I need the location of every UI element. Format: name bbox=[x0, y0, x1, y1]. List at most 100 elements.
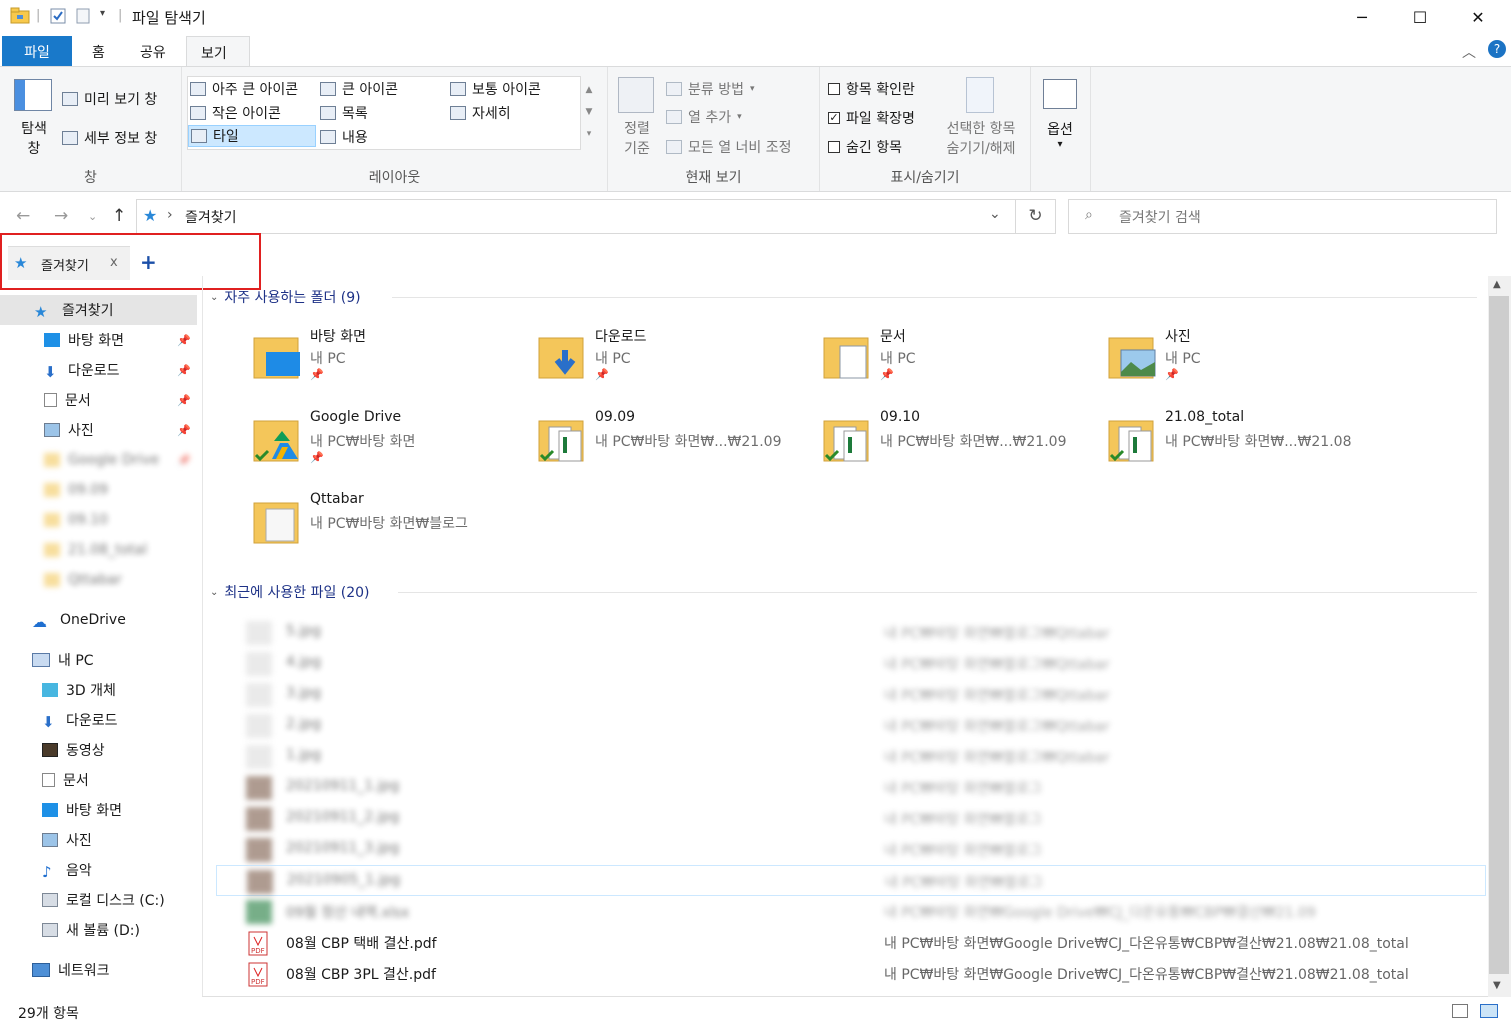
sort-by-button[interactable]: 정렬 기준 bbox=[612, 119, 662, 159]
pane-divider[interactable] bbox=[202, 276, 203, 997]
back-arrow-icon[interactable]: ← bbox=[16, 206, 30, 226]
list-item[interactable]: 20210911_3.jpg 내 PC₩바탕 화면₩블로그 bbox=[216, 834, 1486, 865]
list-item[interactable]: 09월 정산 내역.xlsx 내 PC₩바탕 화면₩Google Drive₩CJ… bbox=[216, 896, 1486, 927]
details-pane-button[interactable]: 세부 정보 창 bbox=[62, 128, 157, 148]
list-item[interactable]: PDF 08월 CBP 택배 결산.pdf 내 PC₩바탕 화면₩Google … bbox=[216, 927, 1486, 958]
search-box[interactable]: ⌕ 즐겨찾기 검색 bbox=[1068, 199, 1497, 234]
scroll-up-icon[interactable]: ▲ bbox=[1493, 279, 1501, 290]
close-button[interactable]: ✕ bbox=[1449, 0, 1507, 34]
nav-pane-icon[interactable] bbox=[14, 79, 52, 111]
nav-pc-drive-c[interactable]: 로컬 디스크 (C:) bbox=[0, 885, 197, 915]
search-input[interactable]: 즐겨찾기 검색 bbox=[1119, 207, 1201, 227]
pin-icon[interactable]: 📌 bbox=[177, 394, 191, 407]
list-item[interactable]: PDF 08월 CBP 3PL 결산.pdf 내 PC₩바탕 화면₩Google… bbox=[216, 958, 1486, 989]
list-item[interactable]: 2.jpg 내 PC₩바탕 화면₩블로그₩Qttabar bbox=[216, 710, 1486, 741]
address-bar[interactable]: ★ › 즐겨찾기 ⌄ bbox=[136, 199, 1016, 234]
large-icons-view-icon[interactable] bbox=[1480, 1004, 1498, 1018]
add-column-button[interactable]: 열 추가 ▾ bbox=[666, 107, 742, 127]
layout-details[interactable]: 자세히 bbox=[450, 103, 511, 123]
layout-extra-large-icons[interactable]: 아주 큰 아이콘 bbox=[190, 79, 298, 99]
checkbox-checked[interactable]: ✓ bbox=[828, 112, 840, 124]
file-extensions-toggle[interactable]: ✓ 파일 확장명 bbox=[828, 108, 915, 128]
nav-pc-drive-d[interactable]: 새 볼륨 (D:) bbox=[0, 915, 197, 945]
layout-small-icons[interactable]: 작은 아이콘 bbox=[190, 103, 281, 123]
nav-pc-3d-objects[interactable]: 3D 개체 bbox=[0, 675, 197, 705]
tab-view[interactable]: 보기 bbox=[186, 36, 250, 66]
tile-folder[interactable]: 바탕 화면 내 PC 📌 bbox=[252, 326, 522, 398]
checkbox-unchecked[interactable] bbox=[828, 83, 840, 95]
group-by-button[interactable]: 분류 방법 ▾ bbox=[666, 79, 755, 99]
tab-home[interactable]: 홈 bbox=[78, 36, 119, 66]
nav-pc-desktop[interactable]: 바탕 화면 bbox=[0, 795, 197, 825]
nav-onedrive[interactable]: ☁ OneDrive bbox=[0, 605, 197, 635]
layout-large-icons[interactable]: 큰 아이콘 bbox=[320, 79, 398, 99]
tile-folder[interactable]: 09.09 내 PC₩바탕 화면₩...₩21.09 bbox=[537, 409, 807, 481]
hidden-items-toggle[interactable]: 숨긴 항목 bbox=[828, 137, 902, 157]
customize-toolbar-icon[interactable]: ▾ bbox=[100, 8, 105, 19]
tile-folder[interactable]: 문서 내 PC 📌 bbox=[822, 326, 1092, 398]
forward-arrow-icon[interactable]: → bbox=[54, 206, 68, 226]
nav-blurred-item[interactable]: 09.10 bbox=[0, 505, 197, 535]
options-dropdown-icon[interactable]: ▾ bbox=[1031, 139, 1089, 150]
up-arrow-icon[interactable]: ↑ bbox=[112, 206, 126, 226]
list-item[interactable]: 20210905_1.jpg 내 PC₩바탕 화면₩블로그 bbox=[216, 865, 1486, 896]
nav-pinned-documents[interactable]: 문서 📌 bbox=[0, 385, 197, 415]
nav-quick-access[interactable]: ★ 즐겨찾기 bbox=[0, 295, 197, 325]
collapse-ribbon-icon[interactable]: ︿ bbox=[1462, 42, 1476, 62]
list-item[interactable]: 4.jpg 내 PC₩바탕 화면₩블로그₩Qttabar bbox=[216, 648, 1486, 679]
minimize-button[interactable]: ─ bbox=[1333, 0, 1391, 34]
nav-pc-videos[interactable]: 동영상 bbox=[0, 735, 197, 765]
nav-pc-documents[interactable]: 문서 bbox=[0, 765, 197, 795]
section-header-recent[interactable]: ⌄ 최근에 사용한 파일 (20) bbox=[210, 582, 370, 602]
list-item[interactable]: 20210911_2.jpg 내 PC₩바탕 화면₩블로그 bbox=[216, 803, 1486, 834]
fit-columns-button[interactable]: 모든 열 너비 조정 bbox=[666, 137, 792, 157]
checkbox-unchecked[interactable] bbox=[828, 141, 840, 153]
gallery-scroll-icon[interactable]: ▲ ▼ ▾ bbox=[582, 79, 596, 145]
properties-icon[interactable] bbox=[50, 8, 66, 28]
list-item[interactable]: 5.jpg 내 PC₩바탕 화면₩블로그₩Qttabar bbox=[216, 617, 1486, 648]
details-view-icon[interactable] bbox=[1452, 1004, 1468, 1018]
pin-icon[interactable]: 📌 bbox=[177, 334, 191, 347]
folder-icon[interactable] bbox=[10, 6, 30, 28]
tile-folder[interactable]: 21.08_total 내 PC₩바탕 화면₩...₩21.08 bbox=[1107, 409, 1377, 481]
address-dropdown-icon[interactable]: ⌄ bbox=[989, 206, 1001, 222]
tile-folder[interactable]: 사진 내 PC 📌 bbox=[1107, 326, 1377, 398]
scroll-down-icon[interactable]: ▼ bbox=[1493, 980, 1501, 991]
pin-icon[interactable]: 📌 bbox=[177, 454, 191, 467]
layout-tiles[interactable]: 타일 bbox=[188, 125, 316, 147]
nav-blurred-item[interactable]: 21.08_total bbox=[0, 535, 197, 565]
nav-pc-music[interactable]: ♪ 음악 bbox=[0, 855, 197, 885]
nav-network[interactable]: 네트워크 bbox=[0, 955, 197, 985]
layout-content[interactable]: 내용 bbox=[320, 127, 368, 147]
hide-selected-button[interactable]: 선택한 항목 숨기기/해제 bbox=[936, 119, 1026, 159]
recent-locations-icon[interactable]: ⌄ bbox=[88, 210, 97, 223]
nav-this-pc[interactable]: 내 PC bbox=[0, 645, 197, 675]
breadcrumb-chevron-icon[interactable]: › bbox=[167, 207, 173, 223]
layout-list[interactable]: 목록 bbox=[320, 103, 368, 123]
nav-pane-button[interactable]: 탐색 창 bbox=[14, 119, 54, 159]
tile-folder[interactable]: 09.10 내 PC₩바탕 화면₩...₩21.09 bbox=[822, 409, 1092, 481]
section-header-frequent[interactable]: ⌄ 자주 사용하는 폴더 (9) bbox=[210, 287, 361, 307]
help-icon[interactable]: ? bbox=[1488, 40, 1506, 58]
options-button[interactable]: 옵션 bbox=[1031, 119, 1089, 139]
nav-pinned-pictures[interactable]: 사진 📌 bbox=[0, 415, 197, 445]
list-item[interactable]: 3.jpg 내 PC₩바탕 화면₩블로그₩Qttabar bbox=[216, 679, 1486, 710]
refresh-button[interactable]: ↻ bbox=[1016, 199, 1056, 234]
breadcrumb[interactable]: 즐겨찾기 bbox=[185, 207, 237, 227]
nav-pc-downloads[interactable]: ⬇ 다운로드 bbox=[0, 705, 197, 735]
nav-pinned-desktop[interactable]: 바탕 화면 📌 bbox=[0, 325, 197, 355]
nav-blurred-item[interactable]: Google Drive 📌 bbox=[0, 445, 197, 475]
nav-pc-pictures[interactable]: 사진 bbox=[0, 825, 197, 855]
nav-pinned-downloads[interactable]: ⬇ 다운로드 📌 bbox=[0, 355, 197, 385]
preview-pane-button[interactable]: 미리 보기 창 bbox=[62, 89, 157, 109]
new-folder-icon[interactable] bbox=[76, 8, 90, 28]
tile-folder[interactable]: Google Drive 내 PC₩바탕 화면 📌 bbox=[252, 409, 522, 481]
nav-blurred-item[interactable]: Qttabar bbox=[0, 565, 197, 595]
tab-share[interactable]: 공유 bbox=[126, 36, 180, 66]
list-item[interactable]: 20210911_1.jpg 내 PC₩바탕 화면₩블로그 bbox=[216, 772, 1486, 803]
nav-blurred-item[interactable]: 09.09 bbox=[0, 475, 197, 505]
tile-folder[interactable]: 다운로드 내 PC 📌 bbox=[537, 326, 807, 398]
scrollbar-thumb[interactable] bbox=[1489, 296, 1509, 974]
tile-folder[interactable]: Qttabar 내 PC₩바탕 화면₩블로그 bbox=[252, 491, 522, 563]
tab-file[interactable]: 파일 bbox=[2, 36, 72, 66]
